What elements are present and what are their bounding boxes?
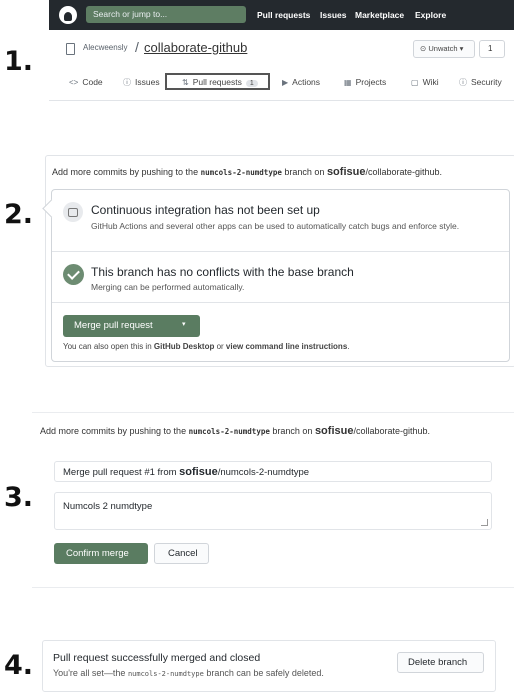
ci-status-description: GitHub Actions and several other apps ca… (91, 221, 460, 231)
cancel-button[interactable]: Cancel (154, 543, 209, 564)
watch-count[interactable]: 1 (479, 40, 505, 58)
tab-pull-requests[interactable]: ⇅ Pull requests 1 (182, 77, 258, 87)
search-placeholder: Search or jump to... (93, 9, 168, 19)
hint-text-mid: branch on (284, 167, 325, 177)
merged-confirmation-screenshot: Pull request successfully merged and clo… (42, 640, 496, 692)
repo-path-separator: / (135, 39, 139, 55)
chevron-down-icon[interactable]: ▾ (182, 320, 186, 328)
divider (52, 251, 509, 252)
tab-actions-label: Actions (292, 77, 321, 87)
merge-pull-request-button[interactable]: Merge pull request ▾ (63, 315, 200, 337)
delete-branch-label: Delete branch (408, 657, 468, 668)
branch-name: numcols-2-numdtype (188, 427, 270, 436)
pull-request-icon: ⇅ (182, 78, 189, 87)
step-number-2: 2. (4, 199, 34, 230)
no-conflicts-title: This branch has no conflicts with the ba… (91, 265, 354, 279)
push-commits-hint: Add more commits by pushing to the numco… (40, 425, 430, 437)
security-icon: ⓘ (459, 78, 467, 87)
repo-path: /collaborate-github. (365, 167, 443, 177)
nav-explore[interactable]: Explore (415, 10, 446, 20)
nav-issues[interactable]: Issues (320, 10, 346, 20)
push-commits-hint: Add more commits by pushing to the numco… (52, 166, 442, 178)
merge-status-screenshot: Add more commits by pushing to the numco… (45, 155, 514, 367)
merge-commit-body-textarea[interactable]: Numcols 2 numdtype (54, 492, 492, 530)
nav-pull-requests[interactable]: Pull requests (257, 10, 310, 20)
check-icon (63, 264, 84, 285)
merged-description: You're all set—the numcols-2-numdtype br… (53, 668, 324, 678)
confirm-merge-form: Merge pull request #1 from sofisue/numco… (42, 449, 514, 579)
cancel-label: Cancel (168, 548, 198, 559)
code-icon: <> (69, 78, 79, 87)
tab-projects-label: Projects (355, 77, 387, 87)
search-input[interactable]: Search or jump to... (86, 6, 246, 23)
confirm-merge-screenshot: Add more commits by pushing to the numco… (32, 412, 514, 588)
tab-wiki[interactable]: ▢ Wiki (411, 77, 439, 87)
projects-icon: ▦ (344, 78, 352, 87)
unwatch-button[interactable]: ⊙ Unwatch ▾ (413, 40, 475, 58)
note-text-or: or (214, 342, 226, 351)
ci-icon (63, 202, 83, 222)
github-topbar: Search or jump to... Pull requests Issue… (49, 0, 514, 30)
pull-requests-count-badge: 1 (245, 80, 258, 87)
hint-text: Add more commits by pushing to the (52, 167, 199, 177)
wiki-icon: ▢ (411, 78, 419, 87)
tab-issues[interactable]: ⓘ Issues (123, 77, 160, 88)
repo-owner-link[interactable]: Alecweensly (83, 43, 127, 52)
merge-box: Continuous integration has not been set … (51, 189, 510, 362)
tab-code-label: Code (82, 77, 103, 87)
repo-icon (66, 43, 75, 55)
desc-suffix: branch can be safely deleted. (206, 668, 324, 678)
title-prefix: Merge pull request #1 from (63, 467, 177, 478)
tab-security[interactable]: ⓘ Security (459, 77, 502, 88)
merge-button-label: Merge pull request (74, 320, 153, 331)
no-conflicts-description: Merging can be performed automatically. (91, 282, 245, 292)
note-text: You can also open this in (63, 342, 154, 351)
tab-pull-requests-label: Pull requests (192, 77, 242, 87)
owner-name: sofisue (326, 166, 366, 178)
confirm-merge-label: Confirm merge (66, 548, 129, 559)
hint-text: Add more commits by pushing to the (40, 426, 187, 436)
repo-row: Alecweensly / collaborate-github ⊙ Unwat… (49, 30, 514, 101)
actions-icon: ▶ (282, 78, 289, 87)
alternative-merge-note: You can also open this in GitHub Desktop… (63, 342, 350, 351)
branch-name: numcols-2-numdtype (127, 670, 204, 678)
github-desktop-link[interactable]: GitHub Desktop (154, 342, 214, 351)
tab-code[interactable]: <> Code (69, 77, 103, 87)
repo-path: /collaborate-github. (353, 426, 431, 436)
merge-commit-title-input[interactable]: Merge pull request #1 from sofisue/numco… (54, 461, 492, 482)
repo-name-link[interactable]: collaborate-github (144, 40, 247, 55)
repo-header-screenshot: Search or jump to... Pull requests Issue… (49, 0, 514, 101)
tab-security-label: Security (471, 77, 502, 87)
nav-marketplace[interactable]: Marketplace (355, 10, 404, 20)
ci-status-title: Continuous integration has not been set … (91, 203, 320, 217)
unwatch-label: ⊙ Unwatch ▾ (420, 44, 464, 53)
tab-actions[interactable]: ▶ Actions (282, 77, 320, 87)
owner-name: sofisue (314, 425, 354, 437)
tab-projects[interactable]: ▦ Projects (344, 77, 386, 87)
merged-title: Pull request successfully merged and clo… (53, 652, 261, 664)
delete-branch-button[interactable]: Delete branch (397, 652, 484, 673)
step-number-3: 3. (4, 482, 34, 513)
step-number-4: 4. (4, 650, 34, 681)
body-value: Numcols 2 numdtype (63, 501, 153, 512)
desc-prefix: You're all set—the (53, 668, 126, 678)
issue-icon: ⓘ (123, 78, 131, 87)
watch-count-value: 1 (488, 44, 493, 53)
confirm-merge-button[interactable]: Confirm merge (54, 543, 148, 564)
step-number-1: 1. (4, 46, 34, 77)
title-suffix: /numcols-2-numdtype (217, 467, 310, 478)
divider (52, 302, 509, 303)
tab-issues-label: Issues (135, 77, 160, 87)
hint-text-mid: branch on (272, 426, 313, 436)
branch-name: numcols-2-numdtype (200, 168, 282, 177)
tab-wiki-label: Wiki (422, 77, 439, 87)
resize-handle[interactable] (481, 519, 488, 526)
github-logo-icon[interactable] (59, 6, 77, 24)
note-text-end: . (347, 342, 350, 351)
command-line-instructions-link[interactable]: view command line instructions (226, 342, 347, 351)
title-owner: sofisue (179, 466, 218, 478)
